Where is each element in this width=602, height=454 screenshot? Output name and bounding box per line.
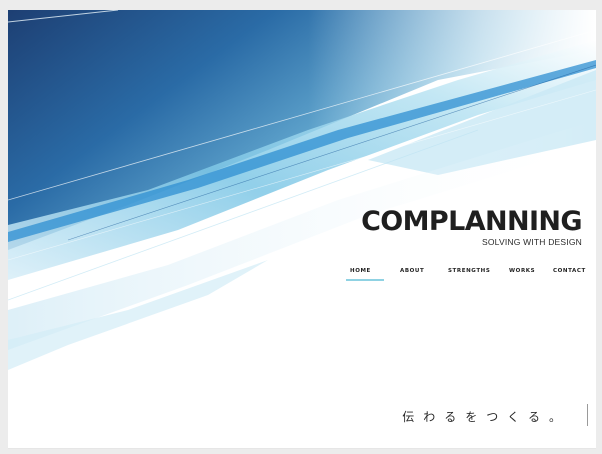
nav-active-indicator [346, 279, 384, 281]
website-hero: COMPLANNING SOLVING WITH DESIGN HOME ABO… [8, 10, 596, 449]
nav-home[interactable]: HOME [350, 268, 371, 274]
nav-contact[interactable]: CONTACT [553, 268, 586, 274]
site-tagline: SOLVING WITH DESIGN [482, 237, 582, 247]
hero-catchphrase: 伝わるをつくる。 [402, 410, 570, 424]
nav-works[interactable]: WORKS [509, 268, 535, 274]
brand-block: COMPLANNING SOLVING WITH DESIGN [361, 208, 583, 248]
nav-about[interactable]: ABOUT [400, 268, 424, 274]
catchphrase-divider [587, 404, 588, 426]
main-nav: HOME ABOUT STRENGTHS WORKS CONTACT [346, 268, 586, 284]
page: COMPLANNING SOLVING WITH DESIGN HOME ABO… [0, 0, 602, 454]
nav-strengths[interactable]: STRENGTHS [448, 268, 490, 274]
site-logo[interactable]: COMPLANNING [361, 208, 583, 236]
